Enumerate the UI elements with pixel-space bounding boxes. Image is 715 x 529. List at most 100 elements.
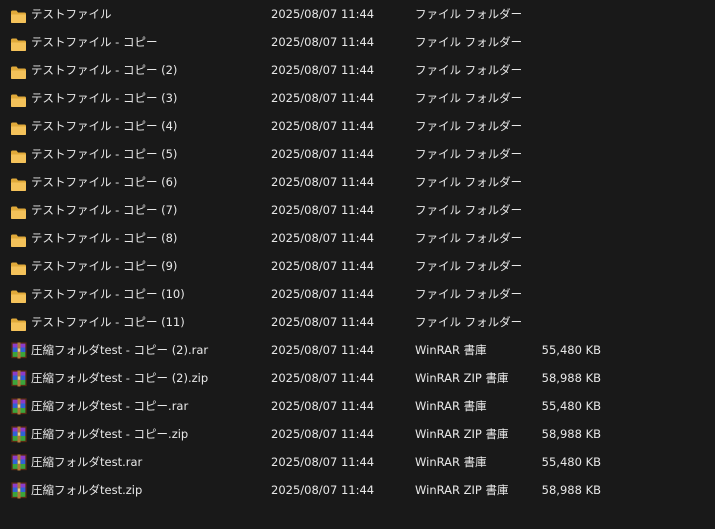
file-name: テストファイル - コピー (2): [31, 63, 178, 77]
file-row[interactable]: 圧縮フォルダtest - コピー.zip 2025/08/07 11:44 WinR…: [0, 420, 715, 448]
file-size: [500, 280, 601, 308]
file-name: テストファイル - コピー (4): [31, 119, 178, 133]
file-icon-cell: [10, 420, 28, 448]
file-icon-cell: [10, 168, 28, 196]
folder-icon: [10, 62, 27, 79]
file-row[interactable]: テストファイル 2025/08/07 11:44 ファイル フォルダー: [0, 0, 715, 28]
file-row[interactable]: テストファイル - コピー (5) 2025/08/07 11:44 ファイル フォ…: [0, 140, 715, 168]
folder-icon: [10, 146, 27, 163]
file-date-modified: 2025/08/07 11:44: [271, 287, 375, 301]
file-icon-cell: [10, 56, 28, 84]
file-icon-cell: [10, 364, 28, 392]
file-name: 圧縮フォルダtest - コピー.rar: [31, 399, 189, 413]
file-row[interactable]: テストファイル - コピー (4) 2025/08/07 11:44 ファイル フォ…: [0, 112, 715, 140]
file-name: 圧縮フォルダtest - コピー.zip: [31, 427, 189, 441]
folder-icon: [10, 258, 27, 275]
file-date-modified: 2025/08/07 11:44: [271, 455, 375, 469]
file-size: [500, 224, 601, 252]
file-list: テストファイル 2025/08/07 11:44 ファイル フォルダー テストファイル…: [0, 0, 715, 529]
folder-icon: [10, 230, 27, 247]
winrar-archive-icon: [11, 425, 27, 443]
file-size: [500, 252, 601, 280]
file-date-modified: 2025/08/07 11:44: [271, 119, 375, 133]
file-icon-cell: [10, 224, 28, 252]
file-date-modified: 2025/08/07 11:44: [271, 259, 375, 273]
file-icon-cell: [10, 84, 28, 112]
file-size: 55,480 KB: [541, 455, 601, 469]
file-date-modified: 2025/08/07 11:44: [271, 371, 375, 385]
file-row[interactable]: テストファイル - コピー (8) 2025/08/07 11:44 ファイル フォ…: [0, 224, 715, 252]
file-row[interactable]: テストファイル - コピー (9) 2025/08/07 11:44 ファイル フォ…: [0, 252, 715, 280]
file-row[interactable]: テストファイル - コピー (3) 2025/08/07 11:44 ファイル フォ…: [0, 84, 715, 112]
file-name: テストファイル: [31, 7, 112, 21]
file-date-modified: 2025/08/07 11:44: [271, 147, 375, 161]
folder-icon: [10, 6, 27, 23]
file-row[interactable]: テストファイル - コピー (11) 2025/08/07 11:44 ファイル フ…: [0, 308, 715, 336]
folder-icon: [10, 202, 27, 219]
file-name: 圧縮フォルダtest.rar: [31, 455, 143, 469]
file-size: 58,988 KB: [541, 483, 601, 497]
folder-icon: [10, 34, 27, 51]
file-name: テストファイル - コピー (7): [31, 203, 178, 217]
winrar-archive-icon: [11, 397, 27, 415]
file-size: 58,988 KB: [541, 427, 601, 441]
file-row[interactable]: テストファイル - コピー (6) 2025/08/07 11:44 ファイル フォ…: [0, 168, 715, 196]
file-row[interactable]: 圧縮フォルダtest.rar 2025/08/07 11:44 WinRAR 書庫 5…: [0, 448, 715, 476]
file-size: [500, 308, 601, 336]
file-row[interactable]: テストファイル - コピー 2025/08/07 11:44 ファイル フォルダー: [0, 28, 715, 56]
file-date-modified: 2025/08/07 11:44: [271, 203, 375, 217]
file-icon-cell: [10, 392, 28, 420]
file-date-modified: 2025/08/07 11:44: [271, 399, 375, 413]
file-date-modified: 2025/08/07 11:44: [271, 35, 375, 49]
file-date-modified: 2025/08/07 11:44: [271, 427, 375, 441]
file-name: 圧縮フォルダtest.zip: [31, 483, 143, 497]
file-size: 55,480 KB: [541, 399, 601, 413]
folder-icon: [10, 314, 27, 331]
file-name: テストファイル - コピー: [31, 35, 158, 49]
file-row[interactable]: 圧縮フォルダtest - コピー (2).zip 2025/08/07 11:44…: [0, 364, 715, 392]
file-size: [500, 112, 601, 140]
file-name: テストファイル - コピー (5): [31, 147, 178, 161]
file-row[interactable]: 圧縮フォルダtest - コピー (2).rar 2025/08/07 11:44…: [0, 336, 715, 364]
file-date-modified: 2025/08/07 11:44: [271, 91, 375, 105]
file-icon-cell: [10, 476, 28, 504]
file-size: 58,988 KB: [541, 371, 601, 385]
file-date-modified: 2025/08/07 11:44: [271, 315, 375, 329]
winrar-archive-icon: [11, 481, 27, 499]
file-icon-cell: [10, 252, 28, 280]
folder-icon: [10, 118, 27, 135]
file-icon-cell: [10, 196, 28, 224]
file-name: テストファイル - コピー (8): [31, 231, 178, 245]
file-date-modified: 2025/08/07 11:44: [271, 175, 375, 189]
file-name: テストファイル - コピー (11): [31, 315, 185, 329]
folder-icon: [10, 174, 27, 191]
file-icon-cell: [10, 280, 28, 308]
file-size: [500, 0, 601, 28]
file-row[interactable]: 圧縮フォルダtest - コピー.rar 2025/08/07 11:44 WinR…: [0, 392, 715, 420]
file-name: テストファイル - コピー (10): [31, 287, 185, 301]
file-date-modified: 2025/08/07 11:44: [271, 343, 375, 357]
file-size: [500, 140, 601, 168]
winrar-archive-icon: [11, 341, 27, 359]
file-name: テストファイル - コピー (6): [31, 175, 178, 189]
file-row[interactable]: テストファイル - コピー (7) 2025/08/07 11:44 ファイル フォ…: [0, 196, 715, 224]
file-row[interactable]: テストファイル - コピー (10) 2025/08/07 11:44 ファイル フ…: [0, 280, 715, 308]
folder-icon: [10, 286, 27, 303]
file-icon-cell: [10, 112, 28, 140]
file-icon-cell: [10, 0, 28, 28]
file-size: [500, 84, 601, 112]
file-name: テストファイル - コピー (9): [31, 259, 178, 273]
file-icon-cell: [10, 448, 28, 476]
file-size: [500, 196, 601, 224]
winrar-archive-icon: [11, 369, 27, 387]
folder-icon: [10, 90, 27, 107]
winrar-archive-icon: [11, 453, 27, 471]
file-name: 圧縮フォルダtest - コピー (2).zip: [31, 371, 209, 385]
file-size: [500, 168, 601, 196]
file-row[interactable]: 圧縮フォルダtest.zip 2025/08/07 11:44 WinRAR ZIP…: [0, 476, 715, 504]
file-name: テストファイル - コピー (3): [31, 91, 178, 105]
file-date-modified: 2025/08/07 11:44: [271, 231, 375, 245]
file-row[interactable]: テストファイル - コピー (2) 2025/08/07 11:44 ファイル フォ…: [0, 56, 715, 84]
file-name: 圧縮フォルダtest - コピー (2).rar: [31, 343, 209, 357]
file-date-modified: 2025/08/07 11:44: [271, 7, 375, 21]
